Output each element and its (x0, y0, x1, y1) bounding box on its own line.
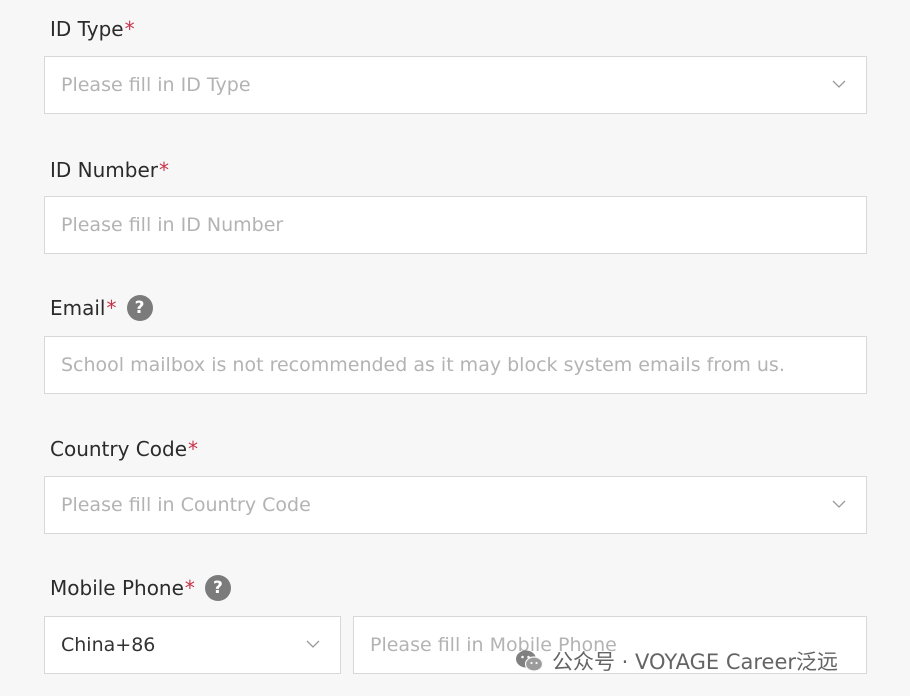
id-number-placeholder: Please fill in ID Number (61, 214, 284, 236)
chevron-down-icon (832, 80, 846, 88)
wechat-icon (516, 650, 544, 672)
email-label-text: Email (50, 296, 106, 320)
mobile-phone-label: Mobile Phone * ? (50, 575, 231, 601)
id-type-select[interactable]: Please fill in ID Type (44, 56, 867, 114)
mobile-phone-label-text: Mobile Phone (50, 576, 184, 600)
id-type-label-text: ID Type (50, 17, 124, 41)
registration-form: ID Type * Please fill in ID Type ID Numbe… (0, 0, 910, 696)
required-mark: * (106, 296, 117, 320)
email-help-icon[interactable]: ? (126, 295, 153, 321)
required-mark: * (124, 17, 135, 41)
chevron-down-icon (832, 500, 846, 508)
id-type-placeholder: Please fill in ID Type (61, 74, 251, 96)
required-mark: * (188, 437, 199, 461)
phone-country-value: China+86 (61, 634, 156, 656)
id-number-label-text: ID Number (50, 158, 158, 182)
email-placeholder: School mailbox is not recommended as it … (61, 354, 785, 376)
id-number-label: ID Number * (50, 157, 169, 183)
chevron-down-icon (306, 640, 320, 648)
country-code-placeholder: Please fill in Country Code (61, 494, 311, 516)
email-input[interactable]: School mailbox is not recommended as it … (44, 336, 867, 394)
email-label: Email * ? (50, 295, 153, 321)
required-mark: * (159, 158, 169, 182)
required-mark: * (184, 576, 195, 600)
watermark-text: 公众号 · VOYAGE Career泛远 (552, 650, 838, 674)
country-code-label-text: Country Code (50, 437, 188, 461)
id-number-input[interactable]: Please fill in ID Number (44, 196, 867, 254)
id-type-label: ID Type * (50, 16, 135, 42)
watermark: 公众号 · VOYAGE Career泛远 (514, 646, 838, 676)
phone-country-select[interactable]: China+86 (44, 616, 341, 674)
mobile-phone-help-icon[interactable]: ? (204, 575, 231, 601)
country-code-label: Country Code * (50, 436, 198, 462)
country-code-select[interactable]: Please fill in Country Code (44, 476, 867, 534)
